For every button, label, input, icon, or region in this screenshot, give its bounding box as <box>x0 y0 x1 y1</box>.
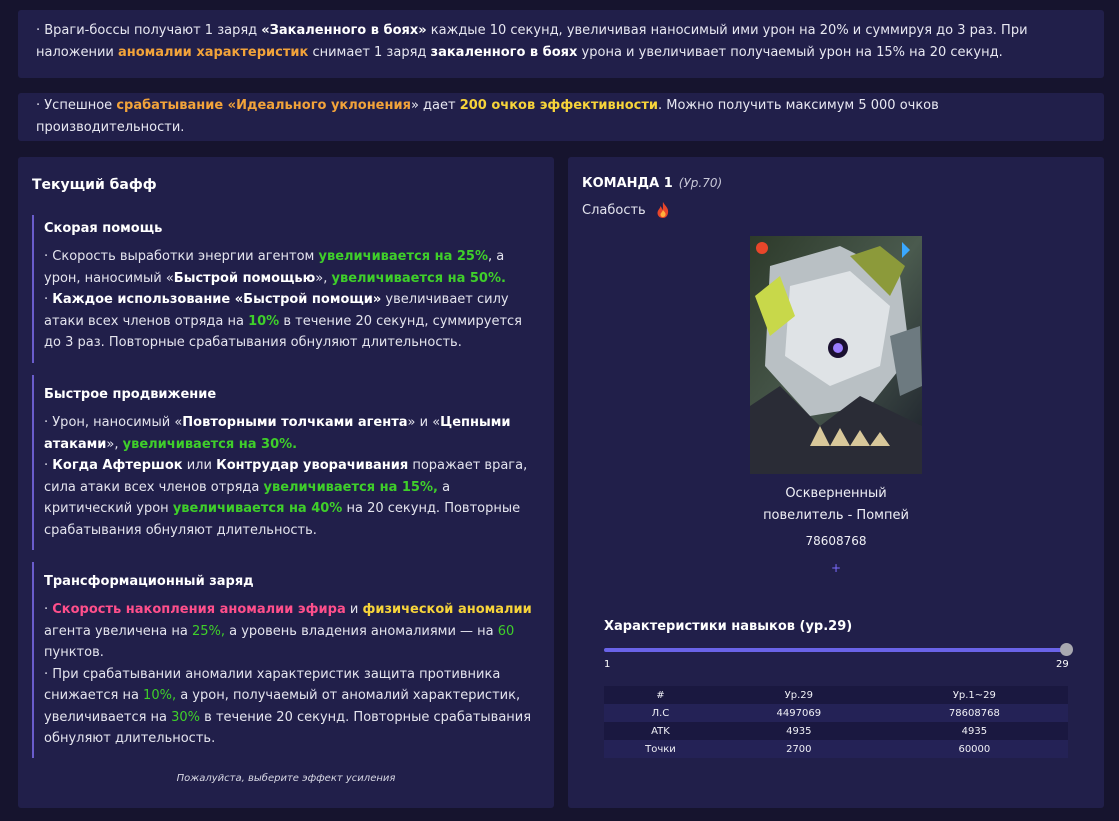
boss-name: Оскверненный повелитель - Помпей <box>763 486 909 523</box>
highlight-perfect-dodge: срабатывание «Идеального уклонения <box>116 98 411 113</box>
weakness-label: Слабость <box>582 202 646 218</box>
team-boss-panel: КОМАНДА 1 (Ур.70) Слабость Оскверненный … <box>568 157 1104 808</box>
team-name: КОМАНДА 1 <box>582 176 673 191</box>
highlight-battle-hardened: «Закаленного в боях» <box>261 23 427 38</box>
buff-option-transformation-charge[interactable]: Трансформационный заряд · Скорость накоп… <box>32 562 532 758</box>
select-buff-hint: Пожалуйста, выберите эффект усиления <box>176 773 396 784</box>
dodge-points-notice: · Успешное срабатывание «Идеального укло… <box>18 93 1104 141</box>
current-buff-title: Текущий бафф <box>32 177 157 193</box>
buff-option-fast-advance[interactable]: Быстрое продвижение · Урон, наносимый «П… <box>32 375 532 550</box>
highlight-attribute-anomaly: аномалии характеристик <box>117 45 309 60</box>
buff-name: Трансформационный заряд <box>44 574 254 589</box>
table-cell: Точки <box>645 743 676 755</box>
table-cell: 4935 <box>961 725 988 737</box>
skill-stats-title: Характеристики навыков (ур.29) <box>604 619 853 634</box>
skill-stats-table: # Ур.29 Ур.1~29 Л.С 4497069 78608768 ATK… <box>604 686 1068 758</box>
buff-name: Скорая помощь <box>44 221 163 236</box>
table-cell: 2700 <box>786 743 812 755</box>
level-slider-max: 29 <box>1056 659 1069 670</box>
team-header: КОМАНДА 1 (Ур.70) <box>582 176 722 191</box>
table-cell: 4935 <box>786 725 812 737</box>
weakness-row: Слабость <box>582 201 672 219</box>
table-cell: 4497069 <box>776 707 822 719</box>
boss-portrait-image <box>750 236 922 474</box>
buff-option-quick-assist[interactable]: Скорая помощь · Скорость выработки энерг… <box>32 215 532 363</box>
buff-name: Быстрое продвижение <box>44 387 217 402</box>
level-slider[interactable] <box>604 643 1073 656</box>
column-header: # <box>656 689 665 701</box>
column-header: Ур.29 <box>784 689 813 701</box>
table-row: ATK 4935 4935 <box>604 722 1068 740</box>
column-header: Ур.1~29 <box>952 689 996 701</box>
team-level: (Ур.70) <box>678 176 723 190</box>
level-slider-min: 1 <box>604 659 611 670</box>
table-cell: 60000 <box>958 743 991 755</box>
boss-mechanic-notice: · Враги-боссы получают 1 заряд «Закаленн… <box>18 10 1104 78</box>
buff-description: · Скорость накопления аномалии эфира и ф… <box>44 602 532 746</box>
table-row: Точки 2700 60000 <box>604 740 1068 758</box>
plus-icon[interactable]: + <box>826 561 846 575</box>
table-cell: ATK <box>651 725 670 737</box>
highlight-efficiency-points: 200 очков эффективности <box>459 98 658 113</box>
buff-description: · Урон, наносимый «Повторными толчками а… <box>44 415 528 538</box>
table-row: Л.С 4497069 78608768 <box>604 704 1068 722</box>
buff-description: · Скорость выработки энергии агентом уве… <box>44 249 522 350</box>
table-cell: 78608768 <box>948 707 1000 719</box>
fire-icon <box>657 202 668 218</box>
table-cell: Л.С <box>651 707 670 719</box>
boss-hp-value: 78608768 <box>805 534 867 548</box>
level-slider-handle[interactable] <box>1060 643 1073 656</box>
table-header-row: # Ур.29 Ур.1~29 <box>604 686 1068 704</box>
current-buff-panel: Текущий бафф Скорая помощь · Скорость вы… <box>18 157 554 808</box>
